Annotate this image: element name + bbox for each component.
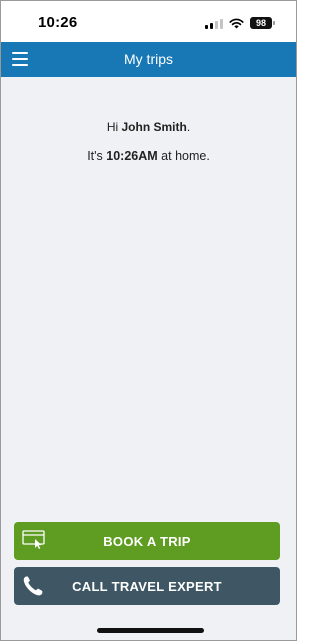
battery-level: 98 — [255, 18, 266, 28]
battery-icon: 98 — [250, 17, 275, 29]
local-time-message: It's 10:26AM at home. — [1, 149, 296, 163]
status-time: 10:26 — [38, 14, 78, 31]
app-screen: 10:26 98 My trips Hi John Smith. It's 10… — [0, 0, 297, 641]
user-name: John Smith — [121, 120, 187, 134]
signal-icon — [205, 18, 223, 29]
time-suffix: at home. — [161, 149, 210, 163]
book-trip-button[interactable]: BOOK A TRIP — [14, 522, 280, 560]
greeting-suffix: . — [186, 120, 191, 134]
page-title: My trips — [124, 51, 173, 67]
nav-bar: My trips — [1, 42, 296, 77]
call-expert-label: CALL TRAVEL EXPERT — [72, 579, 222, 594]
wifi-icon — [229, 18, 244, 28]
greeting: Hi John Smith. — [1, 120, 296, 134]
home-time: 10:26AM — [106, 149, 158, 163]
greeting-prefix: Hi — [106, 120, 119, 134]
status-bar: 10:26 98 — [1, 1, 296, 42]
home-indicator[interactable] — [97, 628, 204, 633]
status-icons: 98 — [205, 16, 275, 30]
call-travel-expert-button[interactable]: CALL TRAVEL EXPERT — [14, 567, 280, 605]
book-trip-label: BOOK A TRIP — [103, 534, 191, 549]
time-prefix: It's — [87, 149, 103, 163]
